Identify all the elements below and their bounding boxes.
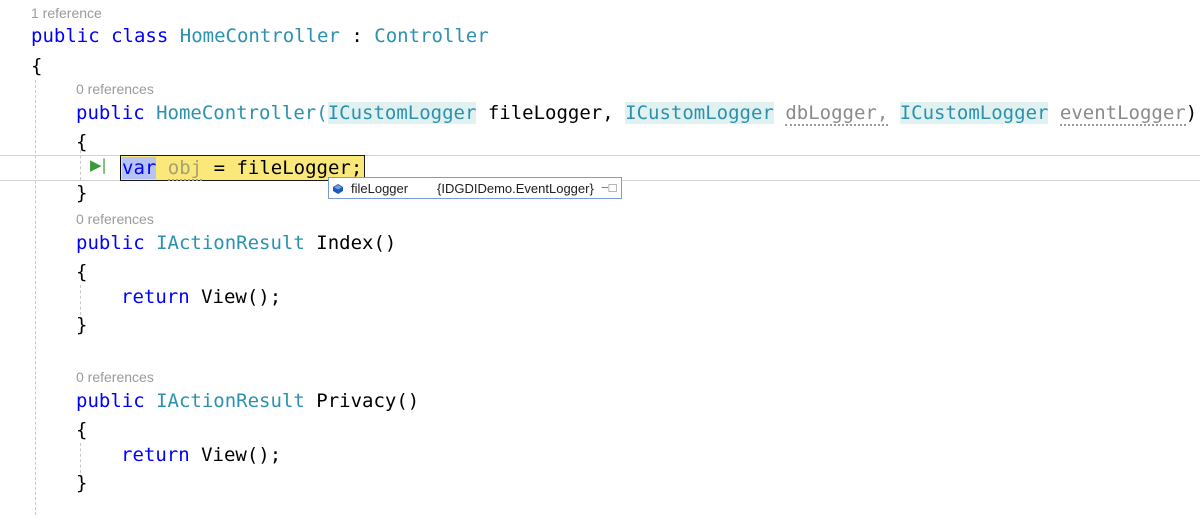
return-expression: View();: [201, 286, 282, 308]
pin-icon[interactable]: −□: [601, 180, 616, 195]
return-type: IActionResult: [156, 390, 305, 412]
statement-assignment: = fileLogger;: [213, 157, 363, 179]
codelens-class-references[interactable]: 1 reference: [31, 5, 102, 21]
field-icon: [333, 182, 343, 194]
text-caret: [120, 157, 121, 179]
datatip-variable-name[interactable]: fileLogger: [351, 181, 408, 196]
indent-guide-privacy: [80, 443, 81, 473]
param-type-3: ICustomLogger: [899, 102, 1049, 124]
keyword-public: public: [31, 25, 100, 47]
code-line-privacy-method: public IActionResult Privacy(): [76, 389, 419, 413]
return-expression: View();: [201, 444, 282, 466]
variable-obj: obj: [167, 157, 203, 181]
ctor-name: HomeController(: [156, 102, 328, 124]
colon: :: [351, 25, 363, 47]
ctor-open-brace: {: [76, 131, 88, 153]
code-line-class-declaration: public class HomeController : Controller: [31, 24, 489, 48]
method-name-index: Index(): [316, 232, 397, 254]
keyword-class: class: [111, 25, 169, 47]
privacy-close-brace: }: [76, 472, 88, 494]
debugger-datatip[interactable]: fileLogger {IDGDIDemo.EventLogger} −□: [328, 177, 622, 199]
param-fileLogger: fileLogger,: [487, 102, 614, 124]
indent-guide-class: [35, 80, 36, 515]
code-line-index-return: return View();: [121, 285, 281, 309]
base-type: Controller: [374, 25, 489, 47]
return-type: IActionResult: [156, 232, 305, 254]
param-type-2: ICustomLogger: [625, 102, 774, 124]
keyword-return: return: [121, 444, 190, 466]
param-type-1: ICustomLogger: [327, 102, 477, 124]
ctor-close-brace: }: [76, 182, 88, 204]
keyword-public: public: [76, 102, 145, 124]
index-open-brace: {: [76, 261, 88, 283]
method-name-privacy: Privacy(): [316, 390, 420, 412]
codelens-index-references[interactable]: 0 references: [76, 211, 154, 227]
indent-guide-index: [80, 285, 81, 315]
code-line-privacy-return: return View();: [121, 443, 281, 467]
keyword-public: public: [76, 390, 145, 412]
codelens-privacy-references[interactable]: 0 references: [76, 369, 154, 385]
index-close-brace: }: [76, 314, 88, 336]
param-eventLogger: eventLogger: [1059, 102, 1186, 126]
class-name: HomeController: [179, 25, 340, 47]
datatip-variable-value[interactable]: {IDGDIDemo.EventLogger}: [437, 181, 594, 196]
code-editor[interactable]: 1 reference public class HomeController …: [0, 0, 1200, 518]
keyword-var: var: [122, 157, 157, 179]
keyword-public: public: [76, 232, 145, 254]
class-open-brace: {: [31, 55, 43, 77]
param-dbLogger: dbLogger,: [785, 102, 889, 126]
privacy-open-brace: {: [76, 419, 88, 441]
code-line-index-method: public IActionResult Index(): [76, 231, 396, 255]
close-paren: ): [1185, 102, 1198, 124]
keyword-return: return: [121, 286, 190, 308]
codelens-ctor-references[interactable]: 0 references: [76, 81, 154, 97]
run-to-click-icon[interactable]: ▶|: [90, 156, 107, 174]
code-line-constructor: public HomeController(ICustomLogger file…: [76, 101, 1198, 126]
